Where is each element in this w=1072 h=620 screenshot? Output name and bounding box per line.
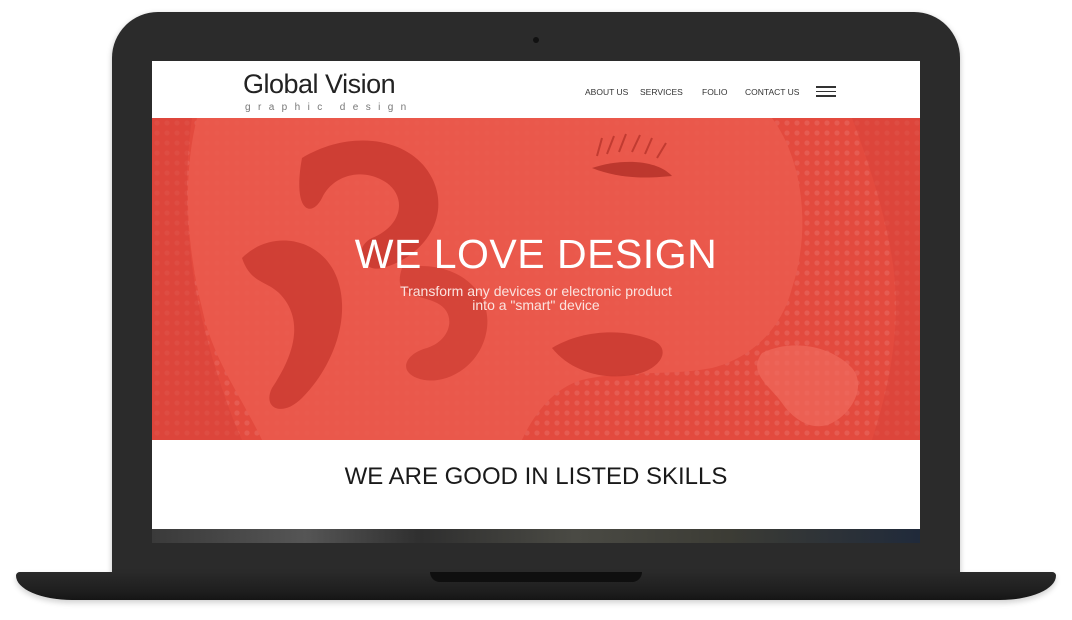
- logo-title[interactable]: Global Vision: [243, 69, 396, 100]
- site-header: Global Vision graphic design ABOUT US SE…: [152, 61, 920, 118]
- hero-subtitle: Transform any devices or electronic prod…: [386, 284, 686, 312]
- logo-subtitle: graphic design: [245, 102, 414, 113]
- next-section-preview: [152, 529, 920, 543]
- nav-contact-us[interactable]: CONTACT US: [745, 87, 799, 97]
- hero-face-illustration: [152, 118, 920, 440]
- hamburger-icon[interactable]: [816, 86, 836, 97]
- hero-banner: WE LOVE DESIGN Transform any devices or …: [152, 118, 920, 440]
- hero-subtitle-line-1: Transform any devices or electronic prod…: [400, 283, 672, 299]
- nav-folio[interactable]: FOLIO: [702, 87, 728, 97]
- skills-heading: WE ARE GOOD IN LISTED SKILLS: [344, 463, 728, 490]
- hero-subtitle-line-2: into a "smart" device: [472, 297, 600, 313]
- nav-about-us[interactable]: ABOUT US: [585, 87, 628, 97]
- laptop-notch: [430, 572, 642, 582]
- laptop-mockup: Global Vision graphic design ABOUT US SE…: [0, 0, 1072, 620]
- nav-services[interactable]: SERVICES: [640, 87, 683, 97]
- website-screen: Global Vision graphic design ABOUT US SE…: [152, 61, 920, 543]
- hero-title: WE LOVE DESIGN: [354, 231, 718, 277]
- camera-icon: [533, 37, 539, 43]
